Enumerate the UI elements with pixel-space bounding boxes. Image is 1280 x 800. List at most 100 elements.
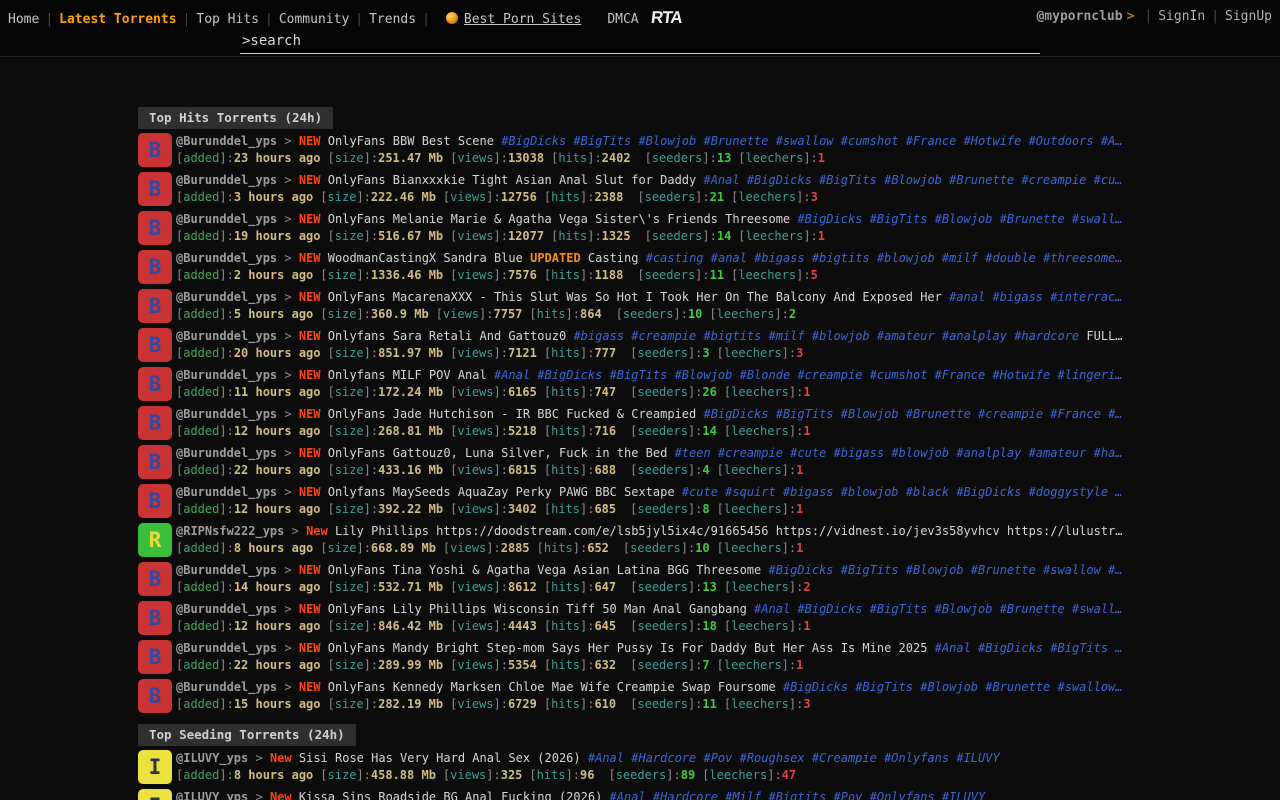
- user-avatar[interactable]: B: [138, 679, 172, 713]
- nav-home[interactable]: Home: [8, 12, 39, 27]
- torrent-title-link[interactable]: Onlyfans Sara Retali And Gattouz0: [328, 329, 566, 343]
- user-avatar[interactable]: B: [138, 484, 172, 518]
- new-badge: NEW: [299, 212, 321, 226]
- torrent-title-link[interactable]: Kissa Sins Roadside BG Anal Fucking (202…: [299, 790, 602, 800]
- torrent-tags[interactable]: #BigDicks #BigTits #Blowjob #Brunette #c…: [703, 407, 1122, 421]
- meta-size: [size]:516.67 Mb: [328, 228, 444, 244]
- username-link[interactable]: @Burunddel_yps: [176, 368, 277, 382]
- username-link[interactable]: @Burunddel_yps: [176, 173, 277, 187]
- torrent-tags[interactable]: #anal #bigass #interrac…: [949, 290, 1122, 304]
- user-avatar[interactable]: B: [138, 250, 172, 284]
- user-avatar[interactable]: I: [138, 789, 172, 800]
- torrent-tags[interactable]: #BigDicks #BigTits #Blowjob #Brunette #s…: [797, 212, 1122, 226]
- torrent-title-link[interactable]: OnlyFans Mandy Bright Step-mom Says Her …: [328, 641, 928, 655]
- meta-leechers: [leechers]:3: [717, 345, 804, 361]
- torrent-tags[interactable]: #Anal #Hardcore #Milf #Bigtits #Pov #Onl…: [610, 790, 986, 800]
- search-input[interactable]: [240, 31, 1040, 54]
- nav-latest-torrents[interactable]: Latest Torrents: [59, 12, 176, 27]
- torrent-title-line: @Burunddel_yps > NEW OnlyFans Bianxxxkie…: [176, 172, 1184, 189]
- torrent-tags[interactable]: #bigass #creampie #bigtits #milf #blowjo…: [573, 329, 1079, 343]
- nav-top-hits[interactable]: Top Hits: [196, 12, 259, 27]
- username-link[interactable]: @Burunddel_yps: [176, 290, 277, 304]
- torrent-title-link[interactable]: OnlyFans Melanie Marie & Agatha Vega Sis…: [328, 212, 790, 226]
- username-link[interactable]: @Burunddel_yps: [176, 602, 277, 616]
- torrent-title-line: @RIPNsfw222_yps > New Lily Phillips http…: [176, 523, 1184, 540]
- nav-trends[interactable]: Trends: [369, 12, 416, 27]
- torrent-tags[interactable]: #BigDicks #BigTits #Blowjob #Brunette #s…: [769, 563, 1123, 577]
- row-lines: @Burunddel_yps > NEW OnlyFans MacarenaXX…: [176, 289, 1184, 323]
- user-avatar[interactable]: B: [138, 562, 172, 596]
- torrent-title-link[interactable]: OnlyFans Lily Phillips Wisconsin Tiff 50…: [328, 602, 747, 616]
- user-avatar[interactable]: B: [138, 328, 172, 362]
- torrent-row: B @Burunddel_yps > NEW OnlyFans Tina Yos…: [138, 562, 1280, 596]
- meta-views: [views]:8612: [450, 579, 537, 595]
- torrent-section: Top Seeding Torrents (24h) I @ILUVY_yps …: [138, 724, 1280, 800]
- signin-link[interactable]: SignIn: [1158, 9, 1205, 24]
- user-avatar[interactable]: B: [138, 211, 172, 245]
- user-avatar[interactable]: B: [138, 172, 172, 206]
- meta-size: [size]:222.46 Mb: [320, 189, 436, 205]
- user-avatar[interactable]: I: [138, 750, 172, 784]
- username-link[interactable]: @Burunddel_yps: [176, 680, 277, 694]
- torrent-title-link[interactable]: OnlyFans Kennedy Marksen Chloe Mae Wife …: [328, 680, 776, 694]
- torrent-title-link[interactable]: WoodmanCastingX Sandra Blue: [328, 251, 523, 265]
- username-link[interactable]: @Burunddel_yps: [176, 251, 277, 265]
- torrent-title-link[interactable]: OnlyFans MacarenaXXX - This Slut Was So …: [328, 290, 942, 304]
- torrent-title-link[interactable]: OnlyFans Bianxxxkie Tight Asian Anal Slu…: [328, 173, 696, 187]
- dmca-link[interactable]: DMCA: [607, 12, 638, 27]
- signup-link[interactable]: SignUp: [1225, 9, 1272, 24]
- best-porn-sites-link[interactable]: Best Porn Sites: [464, 12, 581, 27]
- user-avatar[interactable]: B: [138, 640, 172, 674]
- torrent-meta-line: [added]:20 hours ago[size]:851.97 Mb[vie…: [176, 345, 1184, 362]
- username-link[interactable]: @Burunddel_yps: [176, 485, 277, 499]
- username-link[interactable]: @Burunddel_yps: [176, 446, 277, 460]
- nav-community[interactable]: Community: [279, 12, 349, 27]
- username-link[interactable]: @Burunddel_yps: [176, 212, 277, 226]
- torrent-title-link[interactable]: Lily Phillips https://doodstream.com/e/l…: [335, 524, 1122, 538]
- username-link[interactable]: @Burunddel_yps: [176, 134, 277, 148]
- torrent-tags[interactable]: #casting #anal #bigass #bigtits #blowjob…: [646, 251, 1123, 265]
- meta-leechers: [leechers]:2: [709, 306, 796, 322]
- meta-size: [size]:532.71 Mb: [328, 579, 444, 595]
- new-badge: New: [270, 790, 292, 800]
- torrent-title-link[interactable]: OnlyFans BBW Best Scene: [328, 134, 494, 148]
- torrent-title-link[interactable]: OnlyFans Jade Hutchison - IR BBC Fucked …: [328, 407, 696, 421]
- user-avatar[interactable]: B: [138, 445, 172, 479]
- username-link[interactable]: @ILUVY_yps: [176, 790, 248, 800]
- username-link[interactable]: @Burunddel_yps: [176, 563, 277, 577]
- user-avatar[interactable]: B: [138, 367, 172, 401]
- username-link[interactable]: @Burunddel_yps: [176, 329, 277, 343]
- torrent-tags[interactable]: #Anal #BigDicks #BigTits …: [935, 641, 1123, 655]
- user-avatar[interactable]: B: [138, 601, 172, 635]
- torrent-meta-line: [added]:23 hours ago[size]:251.47 Mb[vie…: [176, 150, 1184, 167]
- torrent-tags[interactable]: #BigDicks #BigTits #Blowjob #Brunette #s…: [501, 134, 1122, 148]
- user-avatar[interactable]: R: [138, 523, 172, 557]
- username-link[interactable]: @Burunddel_yps: [176, 407, 277, 421]
- account-name[interactable]: @mypornclub: [1036, 9, 1122, 24]
- username-link[interactable]: @Burunddel_yps: [176, 641, 277, 655]
- torrent-title-link[interactable]: Sisi Rose Has Very Hard Anal Sex (2026): [299, 751, 581, 765]
- torrent-tags[interactable]: #Anal #BigDicks #BigTits #Blowjob #Brune…: [703, 173, 1122, 187]
- search-bar: [240, 30, 1040, 54]
- torrent-tags[interactable]: #Anal #BigDicks #BigTits #Blowjob #Blond…: [494, 368, 1123, 382]
- torrent-tags[interactable]: #teen #creampie #cute #bigass #blowjob #…: [675, 446, 1123, 460]
- user-avatar[interactable]: B: [138, 289, 172, 323]
- torrent-tags[interactable]: #Anal #BigDicks #BigTits #Blowjob #Brune…: [754, 602, 1122, 616]
- meta-hits: [hits]:96: [529, 767, 594, 783]
- meta-hits: [hits]:2402: [551, 150, 631, 166]
- user-avatar[interactable]: B: [138, 133, 172, 167]
- torrent-title-link[interactable]: OnlyFans Gattouz0, Luna Silver, Fuck in …: [328, 446, 668, 460]
- torrent-meta-line: [added]:5 hours ago[size]:360.9 Mb[views…: [176, 306, 1184, 323]
- username-link[interactable]: @RIPNsfw222_yps: [176, 524, 284, 538]
- torrent-tags[interactable]: #Anal #Hardcore #Pov #Roughsex #Creampie…: [588, 751, 1000, 765]
- torrent-tags[interactable]: #cute #squirt #bigass #blowjob #black #B…: [682, 485, 1123, 499]
- torrent-title-link[interactable]: Onlyfans MaySeeds AquaZay Perky PAWG BBC…: [328, 485, 675, 499]
- torrent-tags[interactable]: #BigDicks #BigTits #Blowjob #Brunette #s…: [783, 680, 1123, 694]
- user-avatar[interactable]: B: [138, 406, 172, 440]
- torrent-title-cont[interactable]: Casting: [588, 251, 639, 265]
- torrent-title-link[interactable]: Onlyfans MILF POV Anal: [328, 368, 487, 382]
- torrent-meta-line: [added]:8 hours ago[size]:668.89 Mb[view…: [176, 540, 1184, 557]
- username-link[interactable]: @ILUVY_yps: [176, 751, 248, 765]
- account-divider: |: [1211, 9, 1219, 24]
- torrent-title-link[interactable]: OnlyFans Tina Yoshi & Agatha Vega Asian …: [328, 563, 761, 577]
